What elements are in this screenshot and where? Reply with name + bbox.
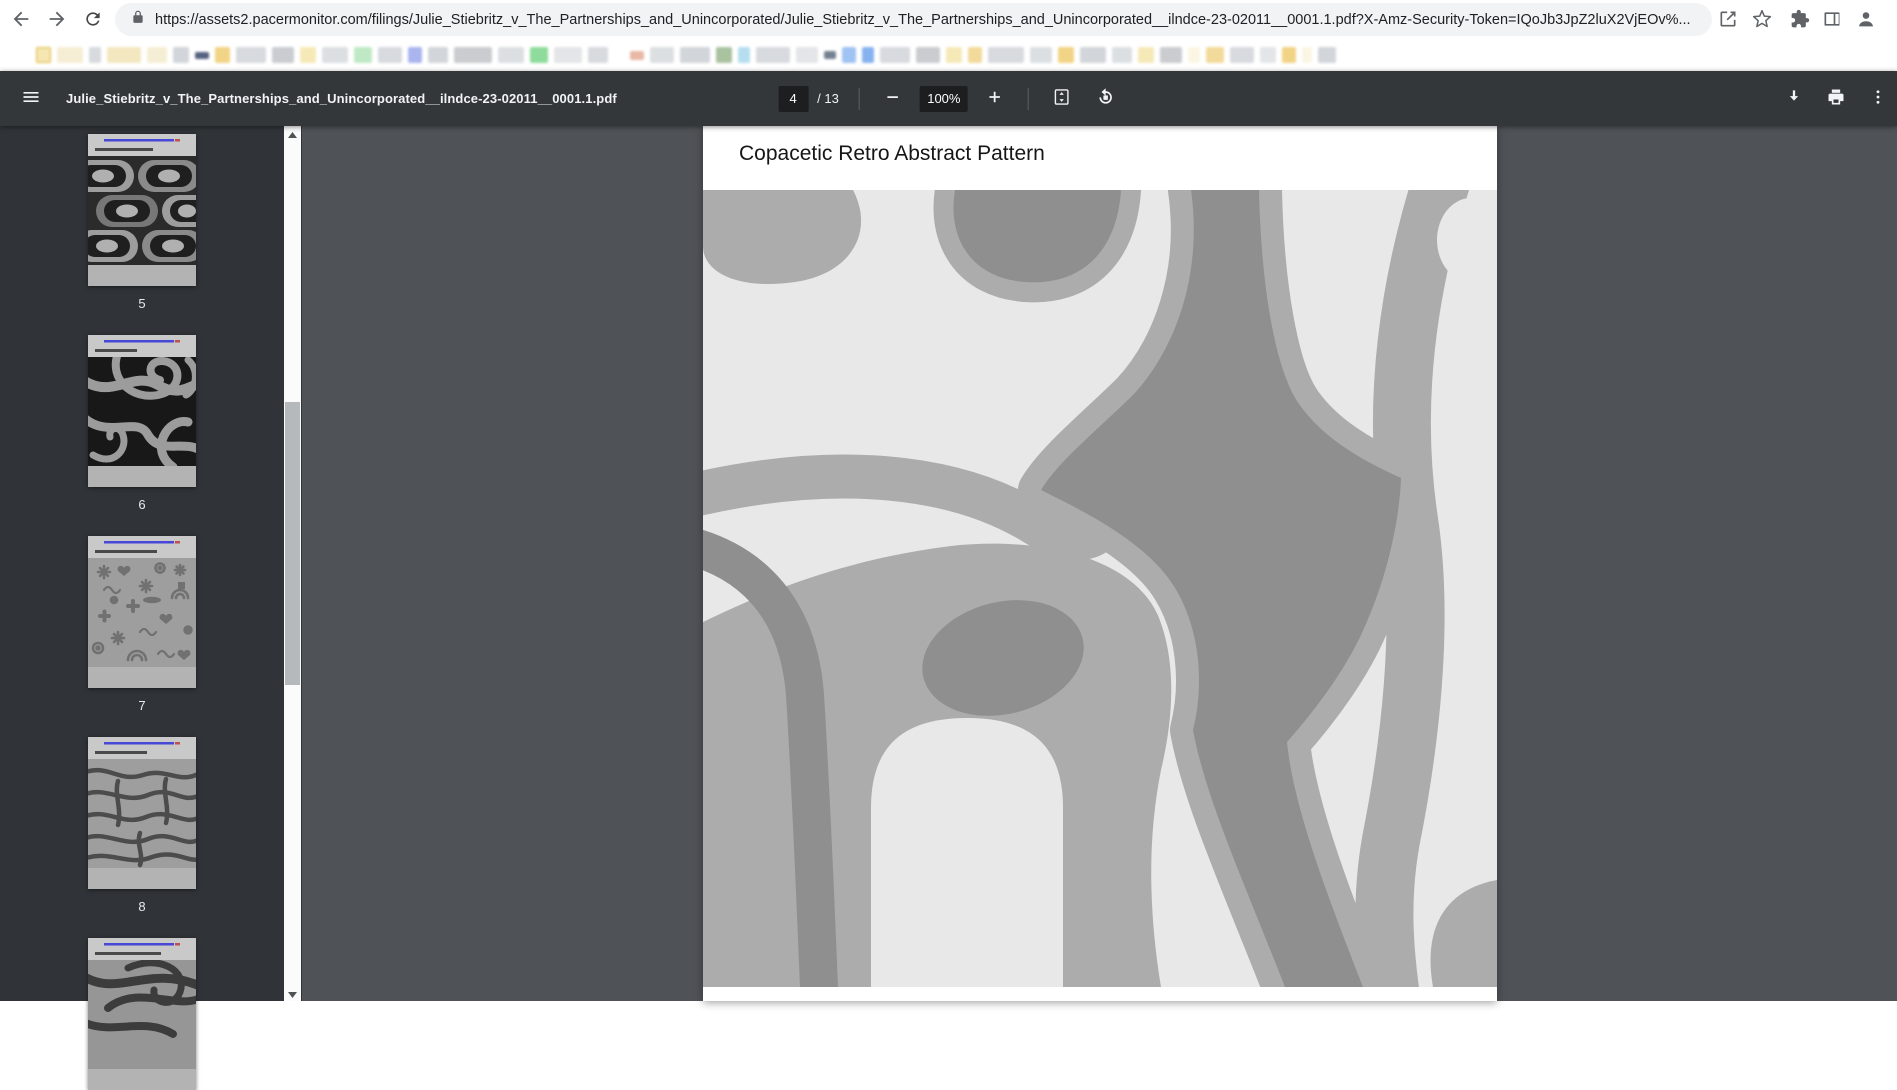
more-icon — [1869, 88, 1887, 109]
zoom-in-icon — [986, 88, 1004, 109]
forward-icon — [46, 8, 68, 33]
profile-icon — [1855, 8, 1877, 33]
lock-icon — [131, 10, 145, 29]
forward-button[interactable] — [42, 5, 72, 35]
thumbnail-page-6-image — [88, 335, 196, 487]
star-icon — [1752, 9, 1772, 32]
share-icon — [1718, 9, 1738, 32]
reload-icon — [83, 9, 103, 32]
zoom-out-button[interactable] — [880, 86, 906, 112]
blurred-bookmarks — [36, 44, 1336, 66]
menu-button[interactable] — [18, 86, 44, 112]
thumbnail-page-7[interactable] — [88, 536, 196, 688]
back-icon — [10, 8, 32, 33]
fit-page-icon — [1052, 87, 1072, 110]
bookmarks-bar — [0, 39, 1897, 88]
thumbnail-page-8-image — [88, 737, 196, 889]
pdf-page: Copacetic Retro Abstract Pattern — [651, 126, 1505, 1039]
extensions-icon — [1790, 9, 1810, 32]
url-address-bar[interactable]: https://assets2.pacermonitor.com/filings… — [115, 3, 1712, 36]
side-panel-button[interactable] — [1817, 5, 1847, 35]
scroll-up-icon — [288, 126, 297, 141]
zoom-out-icon — [884, 88, 902, 109]
profile-button[interactable] — [1851, 5, 1881, 35]
scrollbar-thumb[interactable] — [285, 402, 300, 685]
zoom-level-display: 100% — [919, 85, 968, 112]
bookmark-star-button[interactable] — [1747, 5, 1777, 35]
zoom-in-button[interactable] — [982, 86, 1008, 112]
thumbnail-page-6-label: 6 — [138, 497, 146, 512]
url-text: https://assets2.pacermonitor.com/filings… — [155, 11, 1691, 28]
thumbnail-page-5[interactable] — [88, 134, 196, 286]
thumbnail-page-7-label: 7 — [138, 698, 146, 713]
print-icon — [1826, 87, 1846, 110]
thumbnail-page-5-image — [88, 134, 196, 286]
thumbnail-page-8[interactable] — [88, 737, 196, 889]
thumbnail-page-9-image — [88, 938, 196, 1090]
retro-abstract-pattern-image — [651, 141, 1505, 1039]
pdf-toolbar: Julie_Stiebritz_v_The_Partnerships_and_U… — [0, 71, 1897, 126]
back-button[interactable] — [6, 5, 36, 35]
share-button[interactable] — [1713, 5, 1743, 35]
fit-page-button[interactable] — [1049, 86, 1075, 112]
thumbnail-sidebar: 5 6 7 8 — [0, 126, 302, 1090]
browser-toolbar: https://assets2.pacermonitor.com/filings… — [0, 0, 1897, 39]
toolbar-divider — [858, 87, 860, 110]
thumbnail-page-9[interactable] — [88, 938, 196, 1090]
print-button[interactable] — [1823, 86, 1849, 112]
more-options-button[interactable] — [1865, 86, 1891, 112]
scroll-down-button[interactable] — [284, 986, 301, 1001]
reload-button[interactable] — [78, 5, 108, 35]
thumbnail-page-5-label: 5 — [138, 296, 146, 311]
page-number-input[interactable] — [778, 85, 809, 112]
scroll-down-icon — [288, 986, 297, 1001]
side-panel-icon — [1822, 9, 1842, 32]
scroll-up-button[interactable] — [284, 126, 301, 141]
thumbnail-page-8-label: 8 — [138, 899, 146, 914]
sidebar-scrollbar[interactable] — [284, 126, 301, 1001]
extensions-button[interactable] — [1785, 5, 1815, 35]
pdf-filename: Julie_Stiebritz_v_The_Partnerships_and_U… — [66, 91, 617, 106]
page-count-label: / 13 — [817, 91, 839, 106]
rotate-button[interactable] — [1093, 86, 1119, 112]
toolbar-divider — [1027, 87, 1029, 110]
menu-icon — [21, 87, 41, 110]
download-icon — [1784, 87, 1804, 110]
thumbnail-page-7-image — [88, 536, 196, 688]
download-button[interactable] — [1781, 86, 1807, 112]
thumbnail-page-6[interactable] — [88, 335, 196, 487]
rotate-icon — [1096, 87, 1116, 110]
page-title: Copacetic Retro Abstract Pattern — [739, 142, 1045, 165]
